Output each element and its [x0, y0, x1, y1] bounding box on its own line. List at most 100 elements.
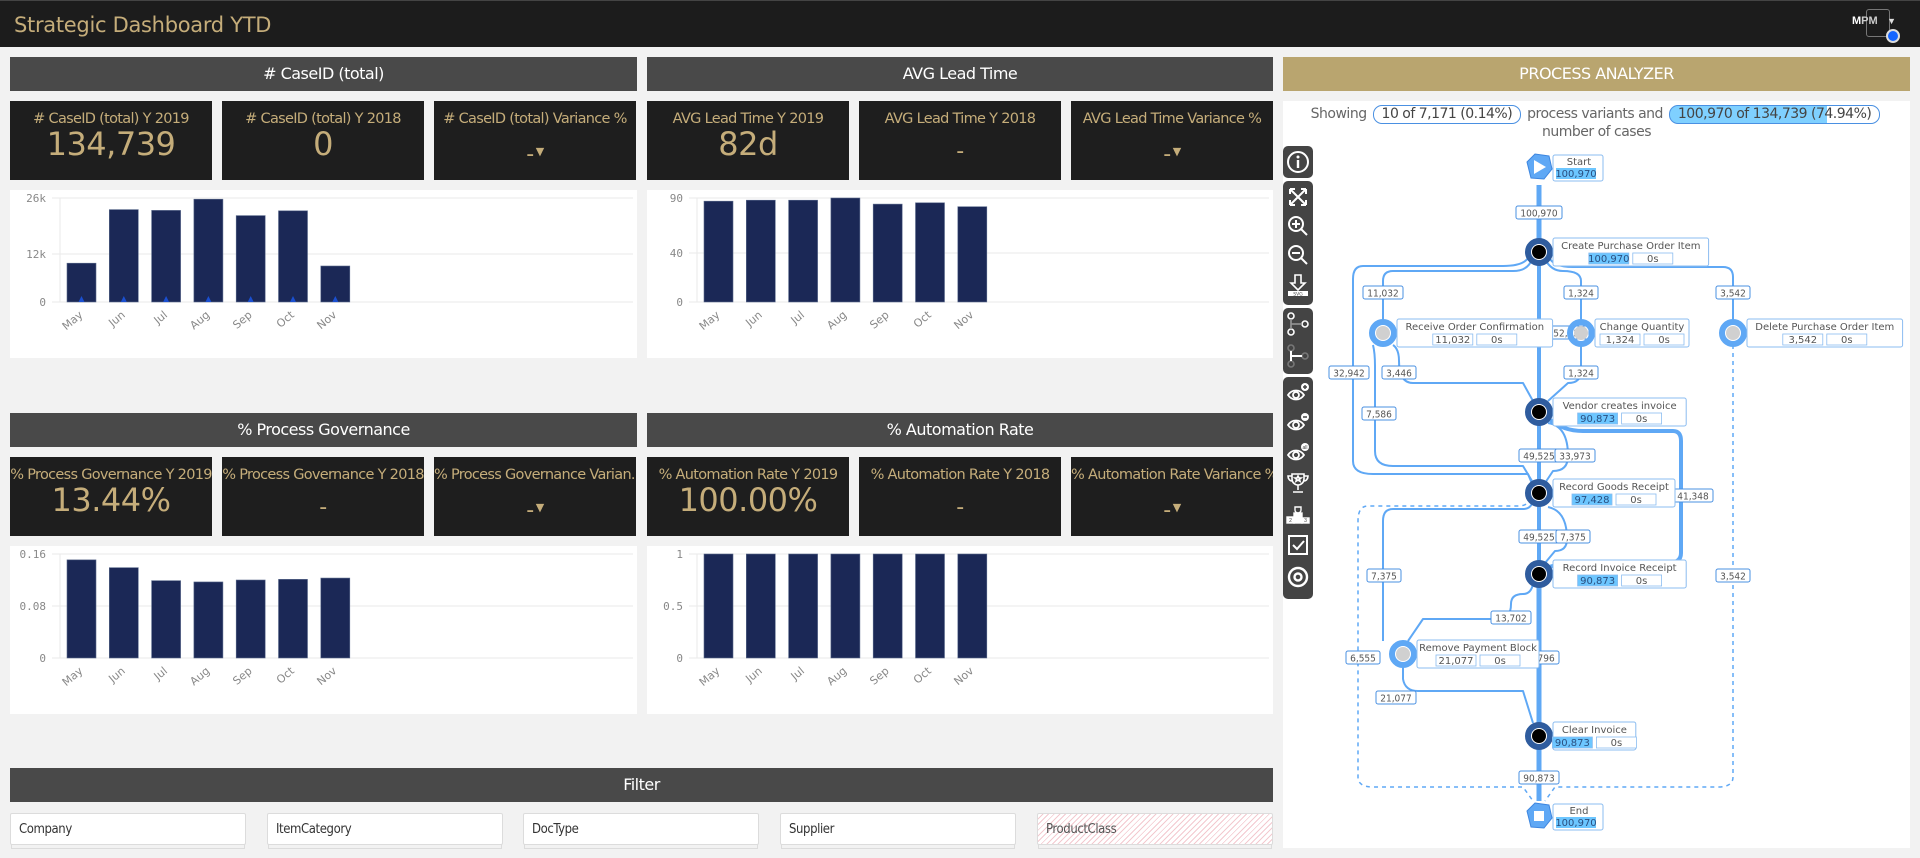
- process-node-dpoi[interactable]: Delete Purchase Order Item 3,542 0s: [1719, 318, 1904, 348]
- node-label: Clear Invoice: [1562, 725, 1627, 736]
- bar-aug[interactable]: [193, 198, 224, 303]
- edge-label: 11,032: [1367, 289, 1398, 300]
- process-node-ci[interactable]: Clear Invoice 90,873 0s: [1525, 721, 1637, 751]
- logo-text-rest: PM: [1861, 15, 1878, 27]
- node-label: Remove Payment Block: [1419, 643, 1537, 654]
- kpi-value: -: [526, 498, 534, 523]
- edge-label: 41,348: [1677, 492, 1709, 503]
- governance-kpi-2018[interactable]: % Process Governance Y 2018 -: [222, 457, 424, 536]
- process-analyzer-panel: Showing 10 of 7,171 (0.14%) process vari…: [1283, 101, 1910, 848]
- logo-text: MPM: [1852, 15, 1878, 27]
- leadtime-kpi-2019[interactable]: AVG Lead Time Y 2019 82d: [647, 101, 849, 180]
- bar-aug[interactable]: [830, 197, 861, 303]
- bar-jul[interactable]: [788, 199, 818, 303]
- caseid-bar-chart[interactable]: 0 12k 26k May Jun Jul Aug Sep Oct Nov: [10, 190, 637, 358]
- bar-aug[interactable]: [193, 581, 224, 659]
- process-node-rpb[interactable]: Remove Payment Block 21,077 0s: [1389, 639, 1540, 669]
- bar-jul[interactable]: [151, 210, 181, 303]
- bar-jun[interactable]: [109, 567, 139, 659]
- bar-nov[interactable]: [957, 206, 988, 303]
- y-tick-label: 26k: [26, 192, 46, 205]
- app-header: Strategic Dashboard YTD MPM ▼: [0, 0, 1920, 47]
- process-node-start[interactable]: Start100,970: [1526, 153, 1604, 182]
- caseid-chart-svg: 0 12k 26k May Jun Jul Aug Sep Oct Nov: [26, 192, 633, 333]
- process-node-end[interactable]: End100,970: [1526, 802, 1604, 831]
- y-tick-label: 0: [676, 652, 683, 665]
- node-duration: 0s: [1841, 335, 1853, 346]
- bar-sep[interactable]: [872, 203, 903, 303]
- bar-jun[interactable]: [109, 209, 139, 303]
- leadtime-kpi-variance[interactable]: AVG Lead Time Variance % - ▼: [1071, 101, 1273, 180]
- x-tick-label: Jun: [105, 308, 127, 330]
- bar-oct[interactable]: [278, 210, 308, 303]
- filter-itemcategory[interactable]: ItemCategory: [267, 813, 503, 849]
- bar-oct[interactable]: [278, 579, 308, 659]
- caseid-kpi-2018[interactable]: # CaseID (total) Y 2018 0: [222, 101, 424, 180]
- node-duration: 0s: [1630, 495, 1642, 506]
- trend-down-icon: ▼: [1172, 501, 1181, 514]
- filter-supplier[interactable]: Supplier: [780, 813, 1016, 849]
- edge-label: 7,586: [1366, 410, 1392, 421]
- process-analyzer-header: PROCESS ANALYZER: [1283, 57, 1910, 91]
- bar-sep[interactable]: [872, 553, 903, 659]
- node-count: 11,032: [1435, 335, 1470, 346]
- edge-rpb-ci[interactable]: [1402, 667, 1534, 724]
- bar-may[interactable]: [66, 559, 97, 659]
- kpi-label: % Automation Rate Variance %: [1071, 467, 1273, 483]
- bar-may[interactable]: [703, 553, 734, 659]
- x-tick-label: Jun: [742, 664, 764, 686]
- edge-cpoi-roc[interactable]: [1382, 258, 1533, 321]
- bar-nov[interactable]: [957, 553, 988, 659]
- automation-kpi-variance[interactable]: % Automation Rate Variance % - ▼: [1071, 457, 1273, 536]
- filter-company[interactable]: Company: [10, 813, 246, 849]
- bar-oct[interactable]: [915, 202, 945, 303]
- leadtime-section-header: AVG Lead Time: [647, 57, 1273, 91]
- bar-sep[interactable]: [235, 215, 266, 303]
- bar-may[interactable]: [703, 200, 734, 303]
- node-core: [1574, 326, 1588, 340]
- process-node-rgr[interactable]: Record Goods Receipt 97,428 0s: [1525, 478, 1676, 508]
- edge-label: 1,324: [1568, 369, 1594, 380]
- governance-bar-chart[interactable]: 0 0.08 0.16 May Jun Jul Aug Sep Oct Nov: [10, 546, 637, 714]
- governance-kpi-variance[interactable]: % Process Governance Varian... - ▼: [434, 457, 636, 536]
- process-node-cq[interactable]: Change Quantity 1,324 0s: [1567, 318, 1690, 348]
- edge-label: 32,942: [1333, 369, 1364, 380]
- leadtime-bar-chart[interactable]: 0 40 90 May Jun Jul Aug Sep Oct Nov: [647, 190, 1273, 358]
- y-tick-label: 90: [670, 192, 683, 205]
- process-map[interactable]: 100,97011,032 1,324 3,54252,13032,942 3,446…: [1283, 101, 1910, 848]
- filter-productclass[interactable]: ProductClass: [1037, 813, 1273, 849]
- x-tick-label: Jul: [151, 308, 170, 327]
- x-tick-label: May: [60, 664, 86, 689]
- bar-nov[interactable]: [320, 577, 351, 659]
- bar-jun[interactable]: [746, 199, 776, 303]
- caseid-kpi-variance[interactable]: # CaseID (total) Variance % - ▼: [434, 101, 636, 180]
- bar-sep[interactable]: [235, 579, 266, 659]
- bar-aug[interactable]: [830, 553, 861, 659]
- governance-kpi-2019[interactable]: % Process Governance Y 2019 13.44%: [10, 457, 212, 536]
- bar-jul[interactable]: [788, 553, 818, 659]
- y-tick-label: 0: [39, 296, 46, 309]
- y-tick-label: 0.5: [663, 600, 683, 613]
- process-node-cpoi[interactable]: Create Purchase Order Item 100,970 0s: [1525, 237, 1710, 267]
- node-core: [1532, 245, 1546, 259]
- process-node-roc[interactable]: Receive Order Confirmation 11,032 0s: [1369, 318, 1554, 348]
- node-label: Vendor creates invoice: [1563, 401, 1677, 412]
- bar-oct[interactable]: [915, 553, 945, 659]
- node-count: 100,970: [1588, 254, 1629, 265]
- edge-label: 3,446: [1386, 369, 1412, 380]
- x-tick-label: May: [697, 308, 723, 333]
- automation-kpi-2019[interactable]: % Automation Rate Y 2019 100.00%: [647, 457, 849, 536]
- filter-doctype[interactable]: DocType: [523, 813, 759, 849]
- leadtime-kpi-2018[interactable]: AVG Lead Time Y 2018 -: [859, 101, 1061, 180]
- bar-jun[interactable]: [746, 553, 776, 659]
- kpi-label: # CaseID (total) Variance %: [443, 111, 627, 127]
- caseid-kpi-2019[interactable]: # CaseID (total) Y 2019 134,739: [10, 101, 212, 180]
- bar-jul[interactable]: [151, 580, 181, 659]
- edge-label: 49,525: [1523, 533, 1554, 544]
- kpi-value: 0: [313, 125, 333, 163]
- automation-bar-chart[interactable]: 0 0.5 1 May Jun Jul Aug Sep Oct Nov: [647, 546, 1273, 714]
- kpi-value: 82d: [718, 125, 778, 163]
- x-tick-label: Jun: [742, 308, 764, 330]
- automation-kpi-2018[interactable]: % Automation Rate Y 2018 -: [859, 457, 1061, 536]
- mpm-logo-menu[interactable]: MPM ▼: [1852, 7, 1902, 43]
